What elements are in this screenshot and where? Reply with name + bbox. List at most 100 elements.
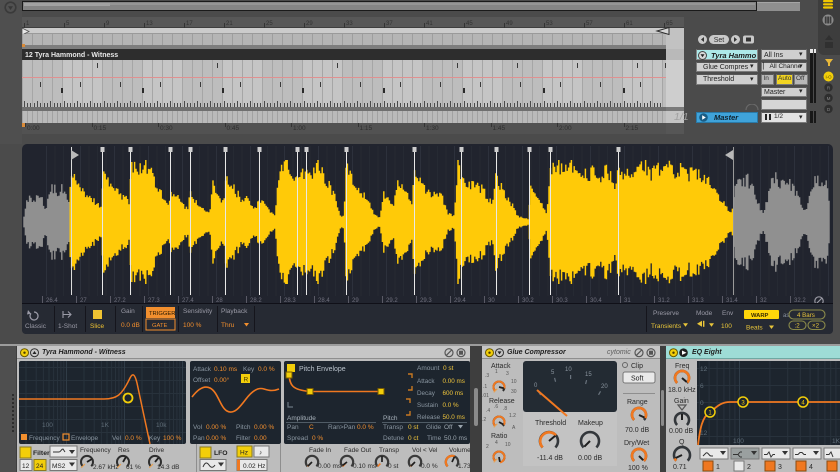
svg-text:Sensitivity: Sensitivity	[183, 308, 213, 315]
svg-text:1.73 dB: 1.73 dB	[458, 463, 470, 470]
svg-text:Dry/Wet: Dry/Wet	[624, 440, 649, 447]
svg-text:2: 2	[747, 464, 751, 471]
svg-text:Transp: Transp	[383, 424, 403, 431]
svg-text:0.0 %: 0.0 %	[125, 435, 142, 442]
svg-text:Transp: Transp	[379, 447, 399, 454]
svg-text:Fade In: Fade In	[309, 447, 331, 454]
svg-text:15: 15	[585, 372, 592, 378]
svg-text:Filter: Filter	[33, 450, 50, 457]
svg-text:0.0 dB: 0.0 dB	[121, 322, 140, 329]
svg-text:0 st: 0 st	[408, 424, 419, 431]
svg-text:12: 12	[22, 463, 30, 470]
svg-text:10: 10	[565, 367, 572, 373]
svg-text:Hz: Hz	[240, 450, 248, 457]
svg-text:0.10 ms: 0.10 ms	[353, 463, 377, 470]
svg-text:.4: .4	[486, 408, 490, 414]
svg-text:0.00: 0.00	[254, 435, 267, 442]
svg-text:Range: Range	[627, 399, 648, 406]
svg-text:Decay: Decay	[417, 390, 436, 397]
svg-text:100: 100	[733, 438, 744, 445]
svg-text:Res: Res	[118, 447, 130, 454]
svg-text:0.0 %: 0.0 %	[258, 366, 275, 373]
svg-text:.6: .6	[494, 404, 498, 410]
svg-text:Gain: Gain	[121, 308, 135, 315]
svg-text:M: M	[827, 96, 831, 101]
svg-text:GATE: GATE	[152, 323, 167, 329]
svg-text:4: 4	[809, 464, 813, 471]
svg-text:Attack: Attack	[417, 378, 435, 385]
svg-text:3: 3	[506, 371, 509, 377]
svg-text:Thru: Thru	[221, 322, 235, 329]
svg-text:♪: ♪	[259, 450, 262, 457]
svg-text:1.2: 1.2	[509, 413, 516, 419]
svg-text:MS2: MS2	[52, 463, 66, 470]
svg-text:0.71: 0.71	[673, 464, 687, 471]
svg-text:100: 100	[42, 422, 53, 429]
svg-text:Beats: Beats	[746, 325, 763, 332]
svg-text:Threshold: Threshold	[535, 420, 566, 427]
svg-text:Pitch Envelope: Pitch Envelope	[299, 366, 346, 373]
svg-text:0.0 %: 0.0 %	[421, 463, 438, 470]
svg-text:4: 4	[495, 440, 498, 446]
svg-text:100: 100	[721, 323, 732, 330]
svg-text:100 %: 100 %	[628, 465, 648, 472]
svg-text:600 ms: 600 ms	[443, 390, 464, 397]
svg-text:14.3 dB: 14.3 dB	[157, 464, 179, 471]
svg-text:Key: Key	[243, 366, 255, 373]
svg-text:.2: .2	[482, 417, 486, 423]
svg-text:Time: Time	[427, 435, 442, 442]
svg-text:1K: 1K	[101, 422, 110, 429]
svg-text:Transients: Transients	[651, 323, 682, 330]
svg-text:Release: Release	[417, 414, 441, 421]
svg-text:0.00 ms: 0.00 ms	[443, 378, 465, 385]
svg-text:-11.4 dB: -11.4 dB	[537, 455, 563, 462]
svg-text:70.0 dB: 70.0 dB	[625, 427, 649, 434]
svg-text:0 st: 0 st	[388, 463, 399, 470]
svg-text:Vel: Vel	[112, 435, 122, 442]
svg-text:R: R	[244, 377, 249, 384]
svg-text:1-Shot: 1-Shot	[58, 323, 77, 330]
svg-text:Clip: Clip	[631, 363, 643, 370]
svg-text:6: 6	[700, 383, 704, 390]
svg-text:2: 2	[486, 444, 489, 450]
svg-text:Drive: Drive	[149, 447, 165, 454]
svg-text:2.67 kHz: 2.67 kHz	[93, 464, 119, 471]
svg-text:0.00 %: 0.00 %	[254, 424, 274, 431]
svg-text:12: 12	[700, 366, 708, 373]
svg-text:3: 3	[778, 464, 782, 471]
svg-text:0.00 ms: 0.00 ms	[318, 463, 342, 470]
svg-text:Makeup: Makeup	[578, 420, 603, 427]
svg-text:.3: .3	[485, 373, 489, 379]
svg-text:0.00°: 0.00°	[214, 376, 230, 384]
svg-text:Vol: Vol	[193, 424, 203, 431]
svg-text:Offset: Offset	[193, 377, 210, 384]
svg-text:Key: Key	[149, 435, 161, 442]
svg-text:Pan: Pan	[193, 435, 205, 442]
svg-text:Glide: Glide	[426, 424, 442, 431]
svg-text:Ran>Pan: Ran>Pan	[328, 424, 356, 431]
svg-text:Filter: Filter	[236, 435, 251, 442]
svg-text:C: C	[309, 424, 314, 431]
svg-text:Frequency: Frequency	[80, 447, 111, 454]
svg-text:0.00 dB: 0.00 dB	[669, 428, 693, 435]
svg-text:I-O: I-O	[825, 74, 832, 79]
svg-text:100 %: 100 %	[183, 322, 202, 329]
svg-text:Attack: Attack	[193, 366, 212, 373]
svg-text:Pitch: Pitch	[383, 415, 398, 422]
svg-text:Gain: Gain	[674, 398, 689, 405]
svg-text:0.00 %: 0.00 %	[206, 424, 226, 431]
svg-text:30: 30	[511, 389, 517, 395]
svg-text:0.00 dB: 0.00 dB	[578, 455, 602, 462]
svg-text:.8: .8	[503, 406, 507, 412]
svg-text:Fade Out: Fade Out	[344, 447, 371, 454]
svg-text:Sustain: Sustain	[417, 402, 439, 409]
svg-text:Slice: Slice	[90, 323, 104, 330]
svg-text:Vol < Vel: Vol < Vel	[412, 447, 438, 454]
svg-text:Set: Set	[714, 37, 725, 44]
svg-text:Playback: Playback	[221, 308, 248, 315]
svg-text:LFO: LFO	[214, 450, 228, 457]
svg-text:Classic: Classic	[25, 323, 47, 330]
svg-text:4 Bars: 4 Bars	[797, 312, 815, 319]
svg-text:Amount: Amount	[417, 365, 440, 372]
svg-text:Preserve: Preserve	[653, 310, 679, 317]
